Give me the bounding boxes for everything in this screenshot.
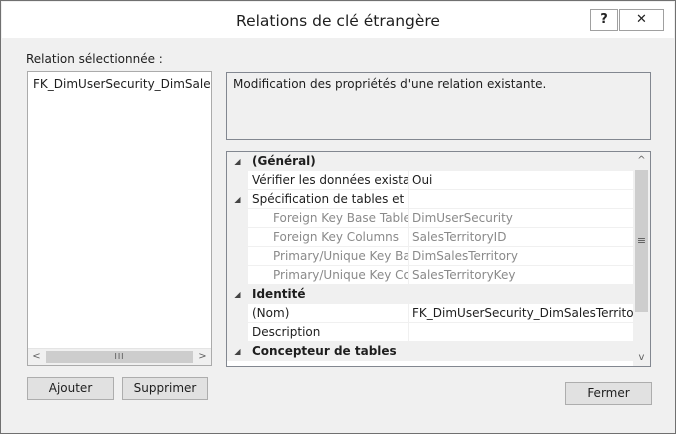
property-row[interactable]: Foreign Key Columns SalesTerritoryID (227, 228, 633, 247)
property-row[interactable]: Vérifier les données existantesOui (227, 171, 633, 190)
relation-description: Modification des propriétés d'une relati… (226, 72, 651, 140)
property-value[interactable]: DimSalesTerritory (409, 247, 633, 266)
scroll-right-icon[interactable]: > (194, 349, 211, 365)
property-value[interactable]: Oui (409, 171, 633, 190)
add-button[interactable]: Ajouter (27, 377, 114, 400)
close-button[interactable]: Fermer (565, 382, 652, 405)
delete-button[interactable]: Supprimer (122, 377, 208, 400)
scroll-down-icon[interactable]: v (633, 349, 650, 366)
foreign-key-relationships-dialog: Relations de clé étrangère ? ✕ Relation … (0, 0, 676, 434)
property-name: Identité (248, 285, 633, 304)
row-gutter (227, 304, 248, 323)
property-row[interactable]: (Nom) FK_DimUserSecurity_DimSalesTerritor… (227, 304, 633, 323)
property-name: (Nom) (248, 304, 409, 323)
property-value[interactable] (409, 323, 633, 342)
row-gutter (227, 228, 248, 247)
property-name: Foreign Key Columns (248, 228, 409, 247)
row-gutter (227, 266, 248, 285)
horizontal-scrollbar[interactable]: < III > (28, 348, 211, 365)
list-item[interactable]: FK_DimUserSecurity_DimSalesTerritory (30, 75, 211, 93)
relation-list[interactable]: FK_DimUserSecurity_DimSalesTerritory < I… (27, 71, 212, 366)
help-button[interactable]: ? (590, 9, 618, 31)
dialog-body: Relation sélectionnée : FK_DimUserSecuri… (12, 38, 664, 425)
collapse-icon[interactable]: ◢ (227, 152, 248, 171)
property-row[interactable]: Description (227, 323, 633, 342)
row-gutter (227, 247, 248, 266)
collapse-icon[interactable]: ◢ (227, 190, 248, 209)
close-icon[interactable]: ✕ (619, 9, 664, 31)
row-gutter (227, 171, 248, 190)
property-value[interactable]: SalesTerritoryKey (409, 266, 633, 285)
property-row[interactable]: Primary/Unique Key ColumnsSalesTerritory… (227, 266, 633, 285)
property-value[interactable]: FK_DimUserSecurity_DimSalesTerritory (409, 304, 633, 323)
property-name: Vérifier les données existantes (248, 171, 409, 190)
title-bar: Relations de clé étrangère ? ✕ (2, 2, 674, 38)
property-value[interactable] (409, 190, 633, 209)
selected-relation-label: Relation sélectionnée : (26, 52, 163, 66)
property-row[interactable]: Foreign Key Base Table DimUserSecurity (227, 209, 633, 228)
property-name: Primary/Unique Key Base (248, 247, 409, 266)
scroll-thumb[interactable]: ≡ (635, 170, 648, 312)
property-category[interactable]: ◢ Identité (227, 285, 633, 304)
property-name: Primary/Unique Key Columns (248, 266, 409, 285)
row-gutter (227, 323, 248, 342)
property-name: Spécification de tables et de (248, 190, 409, 209)
scroll-up-icon[interactable]: ^ (633, 152, 650, 169)
dialog-title: Relations de clé étrangère (236, 12, 440, 30)
property-value[interactable]: SalesTerritoryID (409, 228, 633, 247)
property-name: Foreign Key Base Table (248, 209, 409, 228)
collapse-icon[interactable]: ◢ (227, 285, 248, 304)
property-name: Concepteur de tables (248, 342, 633, 361)
property-row[interactable]: Primary/Unique Key BaseDimSalesTerritory (227, 247, 633, 266)
property-category[interactable]: ◢ Concepteur de tables (227, 342, 633, 361)
scroll-thumb[interactable]: III (46, 351, 193, 363)
vertical-scrollbar[interactable]: ^ ≡ v (633, 152, 650, 366)
scroll-left-icon[interactable]: < (28, 349, 45, 365)
collapse-icon[interactable]: ◢ (227, 342, 248, 361)
property-value[interactable]: DimUserSecurity (409, 209, 633, 228)
row-gutter (227, 209, 248, 228)
property-row[interactable]: ◢ Spécification de tables et de (227, 190, 633, 209)
property-name: (Général) (248, 152, 633, 171)
property-grid[interactable]: ◢(Général)Vérifier les données existante… (226, 151, 651, 367)
property-category[interactable]: ◢ (Général) (227, 152, 633, 171)
property-name: Description (248, 323, 409, 342)
